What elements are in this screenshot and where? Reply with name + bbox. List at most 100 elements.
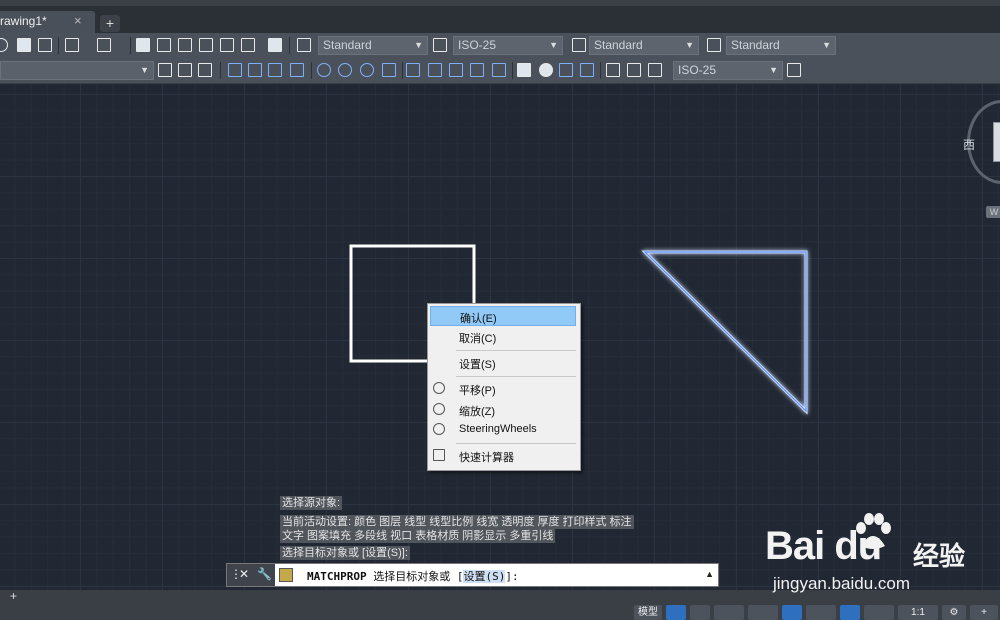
menu-item-label: 设置(S) — [459, 359, 496, 371]
redo-icon[interactable] — [97, 38, 111, 52]
command-line-text[interactable]: MATCHPROP 选择目标对象或 [设置(S)]: — [307, 568, 519, 584]
model-space-button[interactable]: 模型 — [634, 605, 662, 620]
table-style-value: Standard — [594, 38, 643, 52]
angular-dimension-icon[interactable] — [382, 63, 396, 77]
save-as-icon[interactable] — [38, 38, 52, 52]
annotation-visibility-button[interactable] — [864, 605, 894, 620]
command-history-line: 当前活动设置: 颜色 图层 线型 线型比例 线宽 透明度 厚度 打印样式 标注 — [280, 515, 634, 529]
menu-item-steeringwheels[interactable]: SteeringWheels — [430, 420, 576, 440]
menu-item-label: SteeringWheels — [459, 423, 537, 435]
compass-west-label[interactable]: 西 — [963, 136, 975, 153]
command-prompt: 选择目标对象或 [ — [373, 570, 464, 583]
close-icon[interactable]: ✕ — [239, 567, 249, 581]
tool-palettes-icon[interactable] — [178, 38, 192, 52]
menu-item-settings[interactable]: 设置(S) — [430, 353, 576, 373]
table-style-select[interactable]: Standard ▼ — [589, 36, 699, 55]
save-icon[interactable] — [17, 38, 31, 52]
baseline-dimension-icon[interactable] — [428, 63, 442, 77]
separator — [512, 62, 513, 79]
chevron-down-icon: ▼ — [685, 40, 694, 50]
dimension-toolbar: ▼ ISO-25 ▼ — [0, 58, 1000, 84]
layer-previous-icon[interactable] — [198, 63, 212, 77]
dimension-space-icon[interactable] — [470, 63, 484, 77]
separator — [58, 37, 59, 54]
dimension-style-select-2[interactable]: ISO-25 ▼ — [673, 61, 783, 80]
menu-item-label: 缩放(Z) — [459, 406, 496, 418]
calculator-icon — [433, 449, 445, 461]
dimension-update-icon[interactable] — [648, 63, 662, 77]
design-center-icon[interactable] — [157, 38, 171, 52]
jogged-dimension-icon[interactable] — [338, 63, 352, 77]
gear-icon[interactable]: ⚙ — [942, 605, 966, 620]
command-line[interactable]: ⋮ ✕ 🔧 MATCHPROP 选择目标对象或 [设置(S)]: ▲ — [226, 563, 719, 587]
menu-item-zoom[interactable]: 缩放(Z) — [430, 400, 576, 420]
arc-length-icon[interactable] — [268, 63, 282, 77]
add-layout-icon[interactable]: + — [10, 589, 17, 603]
menu-item-cancel[interactable]: 取消(C) — [430, 327, 576, 347]
menu-item-label: 确认(E) — [460, 313, 497, 325]
menu-item-confirm[interactable]: 确认(E) — [430, 306, 576, 326]
ortho-button[interactable] — [714, 605, 744, 620]
menu-item-quickcalc[interactable]: 快速计算器 — [430, 446, 576, 466]
command-option-settings[interactable]: 设置(S) — [463, 570, 506, 583]
sheet-set-icon[interactable] — [199, 38, 213, 52]
jogged-linear-icon[interactable] — [580, 63, 594, 77]
dimension-style-manager-icon[interactable] — [787, 63, 801, 77]
otrack-button[interactable] — [806, 605, 836, 620]
wcs-menu-badge[interactable]: W — [986, 206, 1000, 218]
grid-button[interactable] — [666, 605, 686, 620]
multileader-style-icon[interactable] — [707, 38, 721, 52]
tolerance-icon[interactable] — [517, 63, 531, 77]
viewcube[interactable]: 西 — [963, 100, 1000, 190]
text-style-select[interactable]: Standard ▼ — [318, 36, 428, 55]
open-icon[interactable] — [0, 38, 8, 52]
document-tab-bar: rawing1* × + — [0, 6, 1000, 33]
dimension-edit-icon[interactable] — [606, 63, 620, 77]
linear-dimension-icon[interactable] — [228, 63, 242, 77]
table-style-icon[interactable] — [572, 38, 586, 52]
markup-icon[interactable] — [220, 38, 234, 52]
ordinate-dimension-icon[interactable] — [290, 63, 304, 77]
chevron-up-icon[interactable]: ▲ — [705, 569, 714, 579]
polar-button[interactable] — [748, 605, 778, 620]
center-mark-icon[interactable] — [539, 63, 553, 77]
continue-dimension-icon[interactable] — [449, 63, 463, 77]
tab-drawing1[interactable]: rawing1* × — [0, 11, 95, 33]
help-icon[interactable] — [268, 38, 282, 52]
quick-dimension-icon[interactable] — [406, 63, 420, 77]
diameter-dimension-icon[interactable] — [360, 63, 374, 77]
dimension-style-select[interactable]: ISO-25 ▼ — [453, 36, 563, 55]
layer-properties-icon[interactable] — [158, 63, 172, 77]
lineweight-button[interactable] — [840, 605, 860, 620]
multileader-style-select[interactable]: Standard ▼ — [726, 36, 836, 55]
calculator-icon[interactable] — [241, 38, 255, 52]
dimension-style-icon[interactable] — [433, 38, 447, 52]
text-style-icon[interactable] — [297, 38, 311, 52]
inspection-icon[interactable] — [559, 63, 573, 77]
make-current-layer-icon[interactable] — [178, 63, 192, 77]
dimension-break-icon[interactable] — [492, 63, 506, 77]
chevron-down-icon: ▼ — [769, 65, 778, 75]
undo-icon[interactable] — [65, 38, 79, 52]
separator — [289, 37, 290, 54]
pan-icon — [433, 382, 445, 394]
command-name: MATCHPROP — [307, 570, 367, 583]
new-tab-button[interactable]: + — [100, 15, 120, 32]
snap-button[interactable] — [690, 605, 710, 620]
aligned-dimension-icon[interactable] — [248, 63, 262, 77]
menu-item-pan[interactable]: 平移(P) — [430, 379, 576, 399]
annotation-scale-button[interactable]: 1:1 — [898, 605, 938, 620]
dimension-text-edit-icon[interactable] — [627, 63, 641, 77]
close-tab-icon[interactable]: × — [74, 13, 82, 28]
watermark-brand: Bai du — [765, 524, 882, 568]
radius-dimension-icon[interactable] — [317, 63, 331, 77]
command-history-icon[interactable] — [279, 568, 293, 582]
menu-item-label: 取消(C) — [459, 333, 497, 345]
viewcube-face[interactable] — [993, 122, 1000, 162]
layer-select[interactable]: ▼ — [0, 61, 154, 80]
osnap-button[interactable] — [782, 605, 802, 620]
properties-icon[interactable] — [136, 38, 150, 52]
customize-icon[interactable]: + — [970, 605, 998, 620]
wrench-icon[interactable]: 🔧 — [257, 567, 272, 581]
tab-drawing1-label: rawing1* — [0, 14, 47, 28]
